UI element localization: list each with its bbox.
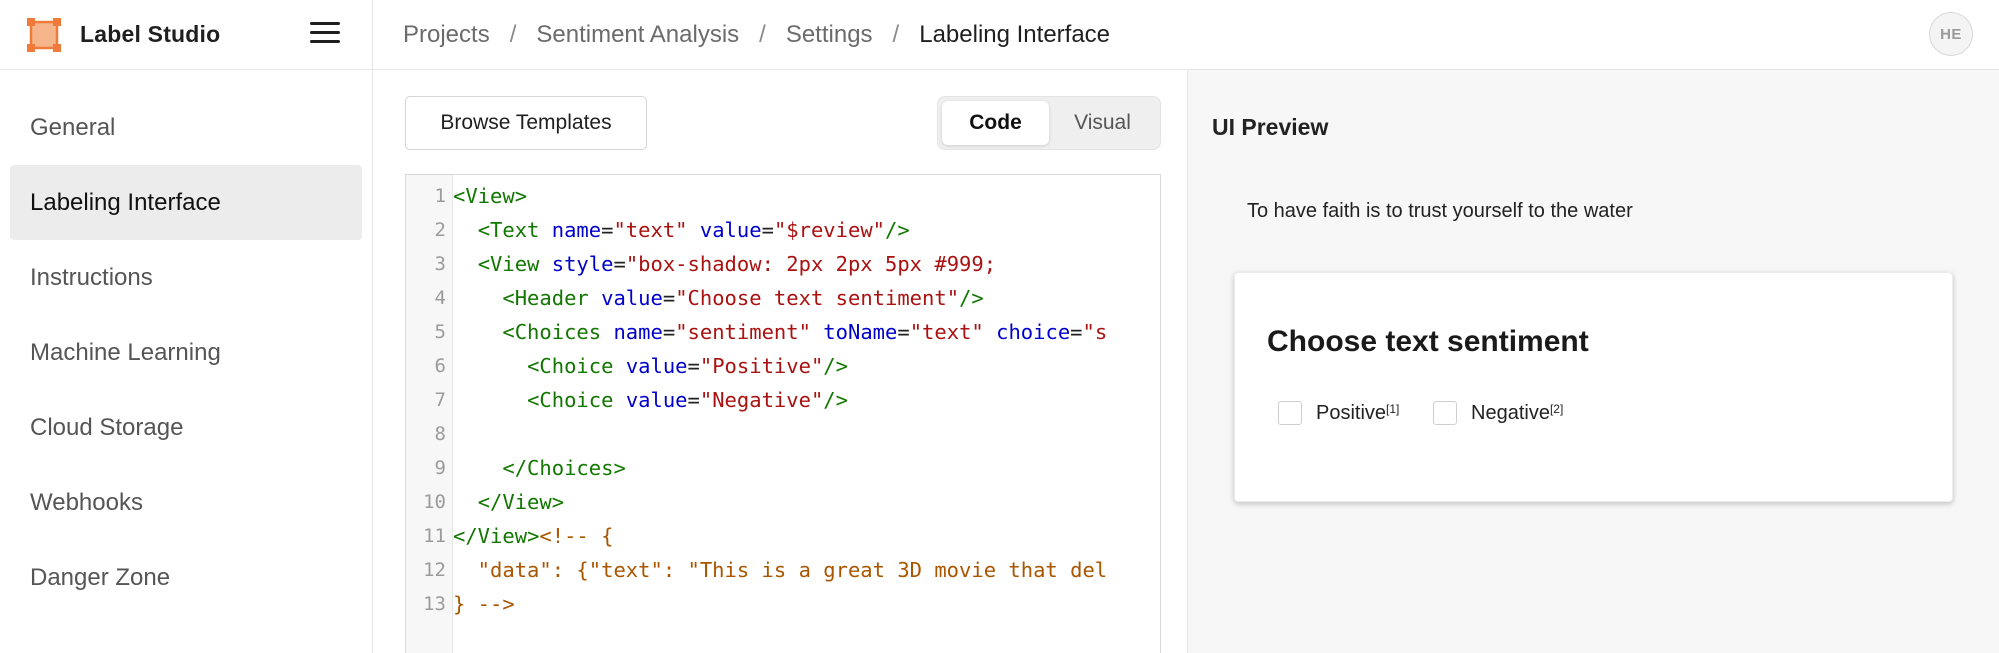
preview-text: To have faith is to trust yourself to th… [1247, 200, 1633, 222]
app-name: Label Studio [80, 21, 221, 47]
hotkey-hint: [2] [1549, 402, 1564, 416]
code-text: <Header value="Choose text sentiment"/> [502, 286, 984, 310]
ui-preview-pane: UI Preview To have faith is to trust you… [1188, 70, 1999, 653]
line-number: 3 [434, 253, 446, 275]
preview-card: Choose text sentiment Positive [1] Negati… [1234, 272, 1953, 502]
sidebar-item-labeling-interface[interactable]: Labeling Interface [10, 165, 362, 240]
tab-visual[interactable]: Visual [1049, 101, 1156, 145]
code-line[interactable]: 13 } --> [406, 587, 1160, 621]
breadcrumb-project[interactable]: Sentiment Analysis [536, 21, 739, 49]
code-line[interactable]: 11 </View><!-- { [406, 519, 1160, 553]
code-line[interactable]: 3 <View style="box-shadow: 2px 2px 5px #… [406, 247, 1160, 281]
hotkey-hint: [1] [1386, 402, 1400, 416]
breadcrumb-separator: / [759, 20, 766, 48]
line-number: 5 [434, 321, 446, 343]
code-text: <View style="box-shadow: 2px 2px 5px #99… [477, 252, 997, 276]
choice-label: Negative [1471, 401, 1550, 424]
line-number: 8 [434, 423, 446, 445]
line-number: 12 [423, 559, 446, 581]
line-number: 10 [423, 491, 446, 513]
code-line[interactable]: 8 [406, 417, 1160, 451]
sidebar-item-webhooks[interactable]: Webhooks [10, 465, 362, 540]
line-number: 1 [434, 185, 446, 207]
line-number: 11 [423, 525, 446, 547]
breadcrumb-separator: / [509, 20, 517, 48]
line-number: 6 [434, 355, 446, 377]
choice-label: Positive [1316, 401, 1387, 424]
breadcrumb-current: Labeling Interface [919, 20, 1111, 48]
config-editor-pane: Browse Templates Code Visual 1 <View> 2 <T… [373, 70, 1188, 653]
code-line[interactable]: 9 </Choices> [406, 451, 1160, 485]
code-text: <View> [453, 184, 528, 208]
code-text: <Choice value="Positive"/> [527, 354, 848, 378]
code-text: "data": {"text": "This is a great 3D mov… [453, 558, 1108, 582]
choice-negative[interactable]: Negative [2] [1433, 401, 1563, 425]
code-text: </Choices> [502, 456, 626, 480]
sidebar-item-general[interactable]: General [10, 90, 362, 165]
line-number: 9 [434, 457, 446, 479]
code-line[interactable]: 4 <Header value="Choose text sentiment"/… [406, 281, 1160, 315]
menu-hamburger-icon[interactable] [310, 20, 340, 46]
brand: Label Studio [0, 0, 373, 70]
browse-templates-button[interactable]: Browse Templates [405, 96, 647, 150]
code-editor[interactable]: 1 <View> 2 <Text name="text" value="$revie… [405, 174, 1161, 653]
code-text: </View> [477, 490, 565, 514]
checkbox[interactable] [1433, 401, 1457, 425]
code-visual-toggle: Code Visual [937, 96, 1161, 150]
line-number: 13 [423, 593, 446, 615]
code-line[interactable]: 1 <View> [406, 179, 1160, 213]
code-text: <Text name="text" value="$review"/> [477, 218, 910, 242]
settings-sidebar: General Labeling Interface Instructions … [0, 70, 373, 653]
line-number: 4 [434, 287, 446, 309]
choices-header: Choose text sentiment [1267, 325, 1589, 358]
sidebar-item-machine-learning[interactable]: Machine Learning [10, 315, 362, 390]
code-line[interactable]: 2 <Text name="text" value="$review"/> [406, 213, 1160, 247]
sidebar-item-danger-zone[interactable]: Danger Zone [10, 540, 362, 615]
line-number: 7 [434, 389, 446, 411]
choice-positive[interactable]: Positive [1] [1278, 401, 1399, 425]
tab-code[interactable]: Code [942, 101, 1049, 145]
code-text: </View><!-- { [453, 524, 614, 548]
code-text: } --> [453, 592, 515, 616]
code-line[interactable]: 7 <Choice value="Negative"/> [406, 383, 1160, 417]
top-header: Label Studio Projects / Sentiment Analys… [0, 0, 1999, 70]
sidebar-item-cloud-storage[interactable]: Cloud Storage [10, 390, 362, 465]
breadcrumb-settings[interactable]: Settings [786, 21, 873, 49]
line-number: 2 [434, 219, 446, 241]
code-line[interactable]: 6 <Choice value="Positive"/> [406, 349, 1160, 383]
user-avatar[interactable]: HE [1929, 12, 1973, 56]
breadcrumb-projects[interactable]: Projects [403, 21, 490, 49]
sidebar-item-instructions[interactable]: Instructions [10, 240, 362, 315]
preview-title: UI Preview [1212, 114, 1329, 140]
code-line[interactable]: 12 "data": {"text": "This is a great 3D … [406, 553, 1160, 587]
breadcrumb-separator: / [892, 20, 900, 48]
checkbox[interactable] [1278, 401, 1302, 425]
code-text: <Choices name="sentiment" toName="text" … [502, 320, 1108, 344]
code-line[interactable]: 10 </View> [406, 485, 1160, 519]
code-line[interactable]: 5 <Choices name="sentiment" toName="text… [406, 315, 1160, 349]
code-text: <Choice value="Negative"/> [527, 388, 848, 412]
label-studio-logo-icon[interactable] [26, 17, 62, 53]
breadcrumb: Projects / Sentiment Analysis / Settings… [373, 21, 1110, 49]
